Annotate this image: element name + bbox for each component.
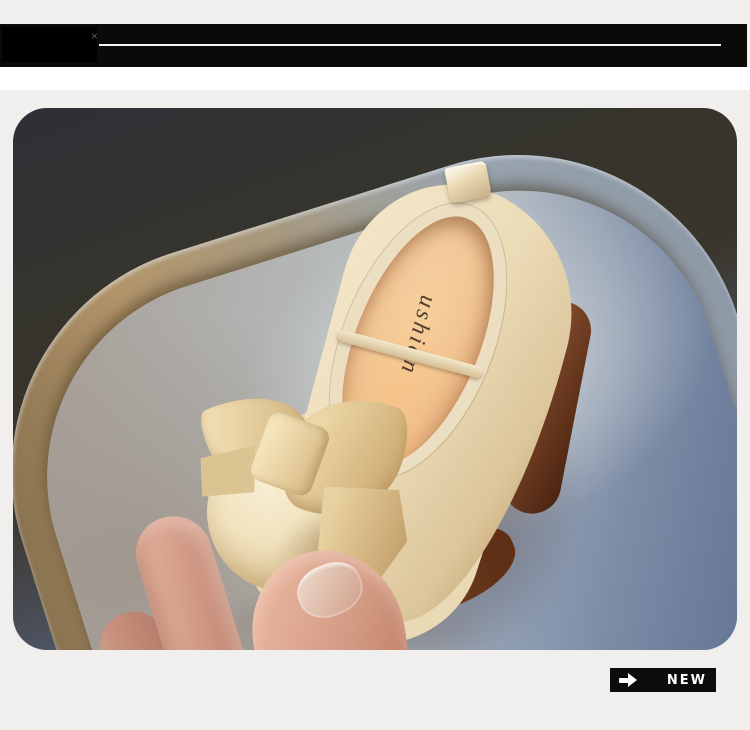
blacked-out-logo-block: [2, 27, 97, 62]
insole-brand-text: ushion: [394, 292, 442, 379]
new-badge: NEW: [610, 668, 716, 692]
arrow-right-icon: [619, 673, 637, 687]
product-photo[interactable]: ushion: [13, 108, 737, 650]
new-badge-label: NEW: [666, 672, 707, 688]
faint-x-watermark: ×: [91, 29, 99, 43]
white-separator-band: [0, 67, 750, 90]
top-banner-bar: ×: [0, 24, 747, 67]
banner-divider-line: [99, 44, 721, 46]
